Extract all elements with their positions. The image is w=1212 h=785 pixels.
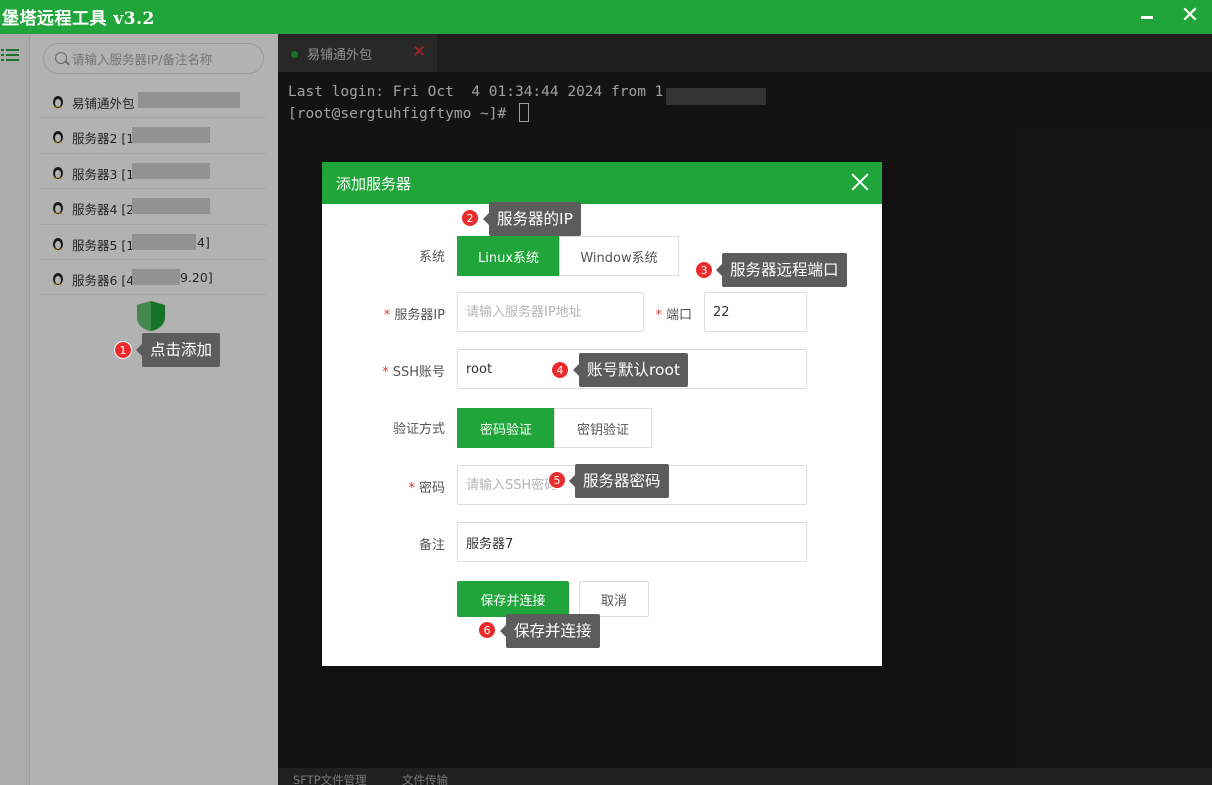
annotation-callout: 服务器密码 [569,464,669,498]
window-close-button[interactable]: ✕ [1175,2,1205,30]
dialog-close-icon[interactable] [848,170,872,194]
annotation-callout: 账号默认root [572,353,689,387]
server-ip-label-text: 服务器IP [394,308,445,323]
password-label: * 密码 [408,481,445,496]
windows-system-option[interactable]: Window系统 [559,236,679,276]
key-auth-option[interactable]: 密钥验证 [554,408,652,448]
annotation-badge: 5 [548,471,566,489]
password-label-text: 密码 [418,481,445,496]
minimize-button[interactable] [1132,2,1162,30]
server-ip-label: * 服务器IP [383,308,445,323]
system-label: 系统 [418,250,445,265]
port-input[interactable] [704,292,807,332]
annotation-badge: 4 [551,361,569,379]
port-label: * 端口 [655,308,692,323]
annotation-badge: 3 [695,261,713,279]
annotation-callout: 点击添加 [135,333,221,367]
annotation-badge: 6 [478,621,496,639]
dialog-title: 添加服务器 [336,175,412,193]
annotation-badge: 2 [461,209,479,227]
ssh-account-label: * SSH账号 [382,365,445,380]
cancel-button[interactable]: 取消 [579,581,649,617]
app-title: 堡塔远程工具 v3.2 [2,9,155,29]
title-bar: 堡塔远程工具 v3.2 ✕ [0,0,1212,34]
dialog-header: 添加服务器 [322,162,882,204]
auth-method-label: 验证方式 [392,422,445,437]
annotation-callout: 保存并连接 [500,614,600,648]
minimize-icon [1141,16,1153,19]
linux-system-option[interactable]: Linux系统 [457,236,560,276]
port-label-text: 端口 [665,308,692,323]
server-ip-input[interactable] [457,292,644,332]
annotation-callout: 服务器的IP [483,202,581,236]
close-icon: ✕ [1180,3,1200,28]
save-connect-button[interactable]: 保存并连接 [457,581,569,617]
password-auth-option[interactable]: 密码验证 [457,408,555,448]
ssh-account-label-text: SSH账号 [392,365,445,380]
add-server-dialog: 添加服务器 系统 Linux系统 Window系统 *服务器IP *端口 *SS… [322,162,882,666]
annotation-callout: 服务器远程端口 [716,253,847,287]
remark-input[interactable] [457,522,807,562]
annotation-badge: 1 [114,341,132,359]
remark-label: 备注 [418,538,445,553]
